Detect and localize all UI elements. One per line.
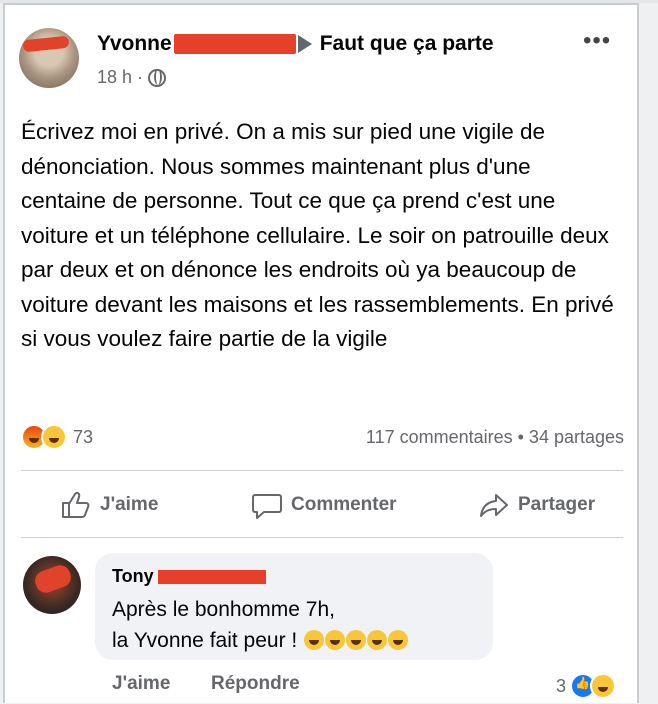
post-timestamp[interactable]: 18 h [97, 67, 132, 88]
name-redaction [157, 569, 266, 584]
haha-reaction-icon [590, 673, 617, 699]
more-options-icon[interactable]: ••• [583, 27, 611, 55]
commenter-avatar[interactable] [23, 556, 81, 614]
share-label: Partager [518, 494, 596, 515]
thumbs-up-icon [62, 492, 90, 518]
post-header: Yvonne Faut que ça parte [97, 31, 494, 57]
like-button[interactable]: J'aime [60, 490, 158, 520]
comment-line-2: la Yvonne fait peur ! [112, 629, 298, 652]
poster-name[interactable]: Yvonne [97, 32, 172, 56]
name-redaction [173, 34, 296, 54]
comment-icon [252, 494, 282, 519]
laughing-emoji-icon [388, 630, 409, 650]
comment-button[interactable]: Commenter [251, 490, 397, 520]
comments-shares-count[interactable]: 117 commentaires • 34 partages [366, 427, 624, 448]
comment-reply-button[interactable]: Répondre [211, 673, 300, 695]
comment-author: Tony [112, 566, 266, 587]
poster-avatar[interactable] [19, 28, 79, 88]
laughing-emoji-icon [367, 630, 388, 650]
laughing-emoji-icon [325, 630, 346, 650]
post-meta: 18 h · [97, 67, 167, 88]
commenter-name[interactable]: Tony [112, 566, 154, 587]
globe-icon [148, 68, 167, 87]
comment-line-1: Après le bonhomme 7h, [112, 598, 335, 621]
comment-line-2-wrap: la Yvonne fait peur ! [112, 625, 482, 656]
comment-like-button[interactable]: J'aime [112, 673, 170, 695]
laughing-emoji-icon [346, 630, 367, 650]
group-name[interactable]: Faut que ça parte [320, 32, 494, 56]
comment-reaction-summary[interactable]: 3 [556, 673, 617, 699]
divider [21, 470, 623, 471]
meta-separator: · [137, 67, 144, 87]
haha-reaction-icon [41, 424, 67, 450]
comment-reaction-count: 3 [556, 675, 567, 696]
share-icon [480, 494, 508, 517]
reaction-summary[interactable]: 73 [21, 424, 93, 450]
redaction-mark [32, 562, 74, 596]
comment-text: Après le bonhomme 7h, la Yvonne fait peu… [112, 594, 482, 656]
arrow-right-icon [297, 35, 312, 53]
reaction-count: 73 [73, 426, 94, 447]
redaction-mark [22, 35, 70, 53]
share-button[interactable]: Partager [478, 490, 595, 520]
laughing-emoji-icon [304, 630, 325, 650]
divider [21, 537, 623, 538]
like-label: J'aime [100, 494, 159, 515]
post-body: Écrivez moi en privé. On a mis sur pied … [21, 119, 614, 351]
comment-label: Commenter [291, 494, 397, 515]
